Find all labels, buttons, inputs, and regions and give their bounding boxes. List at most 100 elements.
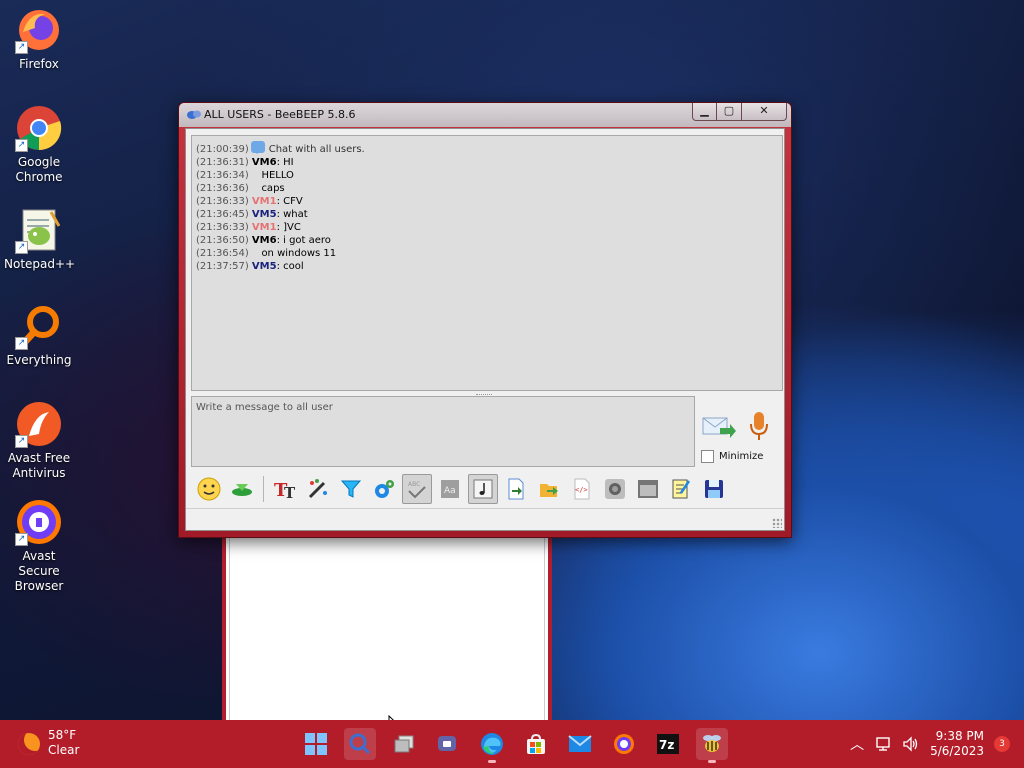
- nudge-button[interactable]: [227, 474, 257, 504]
- message-input-placeholder: Write a message to all user: [196, 402, 333, 413]
- moon-icon: [18, 733, 40, 755]
- clock-date: 5/6/2023: [930, 744, 984, 758]
- emoticon-button[interactable]: [194, 474, 224, 504]
- font-button[interactable]: TT: [270, 474, 300, 504]
- text-format-icon: Aa: [441, 480, 459, 498]
- html-code-button[interactable]: </>: [567, 474, 597, 504]
- desktop-icon-everything[interactable]: ↗ Everything: [4, 302, 74, 368]
- title-bar[interactable]: ALL USERS - BeeBEEP 5.8.6 ▁ ▢ ✕: [179, 103, 791, 127]
- settings-button[interactable]: [369, 474, 399, 504]
- color-pen-icon: [308, 479, 327, 499]
- chat-timestamp: (21:00:39): [196, 144, 249, 155]
- chat-text: Chat with all users.: [268, 144, 365, 155]
- chat-text: what: [279, 209, 308, 220]
- minimize-checkbox[interactable]: Minimize: [701, 450, 763, 463]
- chrome-icon: ↗: [15, 104, 63, 152]
- desktop-icon-label: Notepad++: [4, 257, 76, 271]
- code-icon: </>: [574, 478, 590, 500]
- chat-text: cool: [279, 261, 304, 272]
- chat-user[interactable]: VM1: [252, 196, 277, 207]
- windows-logo-icon: [305, 733, 327, 755]
- green-arrow-icon: [232, 484, 252, 496]
- 7zip-icon: 7z: [657, 734, 679, 754]
- taskbar-store[interactable]: [520, 728, 552, 760]
- avast-browser-icon: [614, 734, 634, 754]
- edge-icon: [481, 733, 503, 755]
- chat-line: (21:36:45) VM5: what: [196, 209, 308, 220]
- chat-timestamp: (21:36:45): [196, 209, 249, 220]
- chat-user[interactable]: VM1: [252, 222, 277, 233]
- beebeep-app-icon: [187, 110, 201, 119]
- camera-lens-icon: [605, 479, 625, 499]
- spellcheck-button[interactable]: ABC: [402, 474, 432, 504]
- resize-grip[interactable]: [772, 518, 782, 528]
- chat-history[interactable]: (21:00:39) Chat with all users. (21:36:31…: [191, 135, 783, 391]
- chat-text: HELLO: [261, 170, 294, 181]
- maximize-window-button[interactable]: ▢: [717, 103, 742, 121]
- send-message-icon[interactable]: [702, 414, 736, 440]
- font-color-button[interactable]: [303, 474, 333, 504]
- background-window[interactable]: [222, 536, 552, 726]
- window-button[interactable]: [633, 474, 663, 504]
- chat-text: caps: [261, 183, 285, 194]
- toolbar: TT ABC Aa </>: [194, 472, 729, 506]
- taskbar-search[interactable]: [344, 728, 376, 760]
- word-complete-button[interactable]: Aa: [435, 474, 465, 504]
- taskbar-clock[interactable]: 9:38 PM 5/6/2023: [930, 729, 984, 759]
- start-button[interactable]: [300, 728, 332, 760]
- notification-badge[interactable]: 3: [994, 736, 1010, 752]
- desktop-icon-avast-browser[interactable]: ↗ Avast Secure Browser: [4, 498, 74, 594]
- checkbox-box[interactable]: [701, 450, 714, 463]
- desktop-icon-firefox[interactable]: ↗ Firefox: [4, 6, 74, 72]
- notepad-pencil-icon: [672, 479, 691, 499]
- taskbar-task-view[interactable]: [388, 728, 420, 760]
- weather-widget[interactable]: 58°F Clear: [18, 728, 79, 758]
- chat-user[interactable]: VM6: [252, 157, 277, 168]
- desktop-icon-notepadpp[interactable]: ↗ Notepad++: [4, 206, 76, 272]
- mail-icon: [568, 735, 592, 752]
- chat-timestamp: (21:36:50): [196, 235, 249, 246]
- taskbar: 58°F Clear 7z ︿ 9:38 PM 5/6/2023 3: [0, 720, 1024, 768]
- send-file-icon: [508, 478, 524, 500]
- svg-text:ABC: ABC: [408, 481, 420, 488]
- taskbar-edge[interactable]: [476, 728, 508, 763]
- save-chat-button[interactable]: [699, 474, 729, 504]
- taskbar-mail[interactable]: [564, 728, 596, 760]
- send-file-button[interactable]: [501, 474, 531, 504]
- notes-button[interactable]: [666, 474, 696, 504]
- music-note-icon: [473, 479, 493, 499]
- status-bar: [186, 508, 784, 530]
- screenshot-button[interactable]: [600, 474, 630, 504]
- desktop-icon-label: Everything: [6, 353, 72, 367]
- minimize-label: Minimize: [719, 451, 764, 462]
- sound-button[interactable]: [468, 474, 498, 504]
- weather-temperature: 58°F: [48, 728, 77, 742]
- chat-user[interactable]: VM5: [252, 209, 277, 220]
- folder-arrow-icon: [540, 484, 558, 497]
- floppy-disk-icon: [705, 480, 723, 498]
- svg-text:</>: </>: [575, 486, 588, 494]
- desktop-icon-avast-antivirus[interactable]: ↗ Avast Free Antivirus: [4, 400, 74, 481]
- filter-button[interactable]: [336, 474, 366, 504]
- chevron-up-icon[interactable]: ︿: [850, 734, 864, 754]
- taskbar-7zip[interactable]: 7z: [652, 728, 684, 760]
- volume-icon[interactable]: [902, 736, 920, 752]
- taskbar-teams[interactable]: [432, 728, 464, 760]
- share-folder-button[interactable]: [534, 474, 564, 504]
- chat-timestamp: (21:36:31): [196, 157, 249, 168]
- network-icon[interactable]: [874, 736, 892, 752]
- chat-user[interactable]: VM5: [252, 261, 277, 272]
- desktop-icon-chrome[interactable]: ↗ Google Chrome: [4, 104, 74, 185]
- window-icon: [638, 480, 658, 498]
- desktop-icon-label: Firefox: [19, 57, 59, 71]
- desktop-icon-label: Google Chrome: [15, 155, 63, 184]
- microphone-icon[interactable]: [748, 410, 770, 442]
- taskbar-avast-browser[interactable]: [608, 728, 640, 760]
- chat-timestamp: (21:37:57): [196, 261, 249, 272]
- taskbar-beebeep[interactable]: [696, 728, 728, 763]
- minimize-window-button[interactable]: ▁: [692, 103, 717, 121]
- close-window-button[interactable]: ✕: [742, 103, 787, 121]
- svg-text:Aa: Aa: [444, 486, 456, 496]
- message-input[interactable]: Write a message to all user: [191, 396, 695, 467]
- chat-user[interactable]: VM6: [252, 235, 277, 246]
